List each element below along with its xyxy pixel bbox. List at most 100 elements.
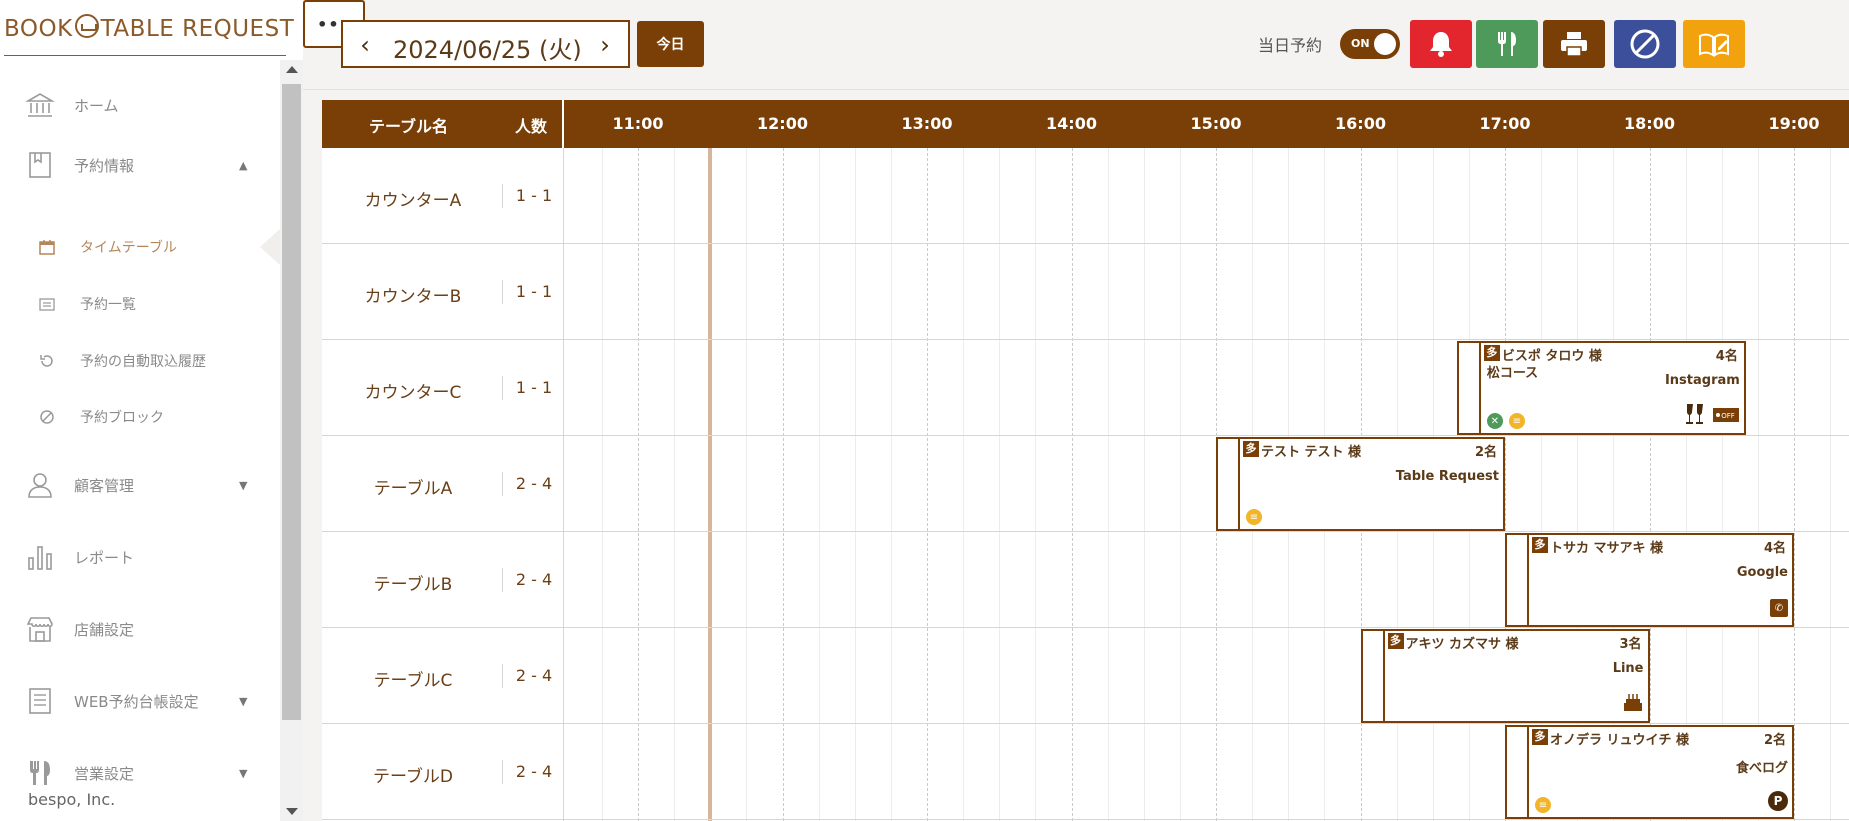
table-capacity: 1 - 1 <box>515 186 553 205</box>
cutlery-icon <box>1498 32 1516 56</box>
calendar-icon <box>37 237 57 257</box>
chevron-down-icon[interactable]: ▼ <box>239 479 247 492</box>
sidebar-item-0[interactable]: ホーム <box>0 82 280 128</box>
header-divider <box>562 100 564 148</box>
sidebar-item-5[interactable]: WEB予約台帳設定 ▼ <box>0 678 280 724</box>
next-day-button[interactable]: › <box>593 31 617 59</box>
reservation-card[interactable]: 多ビスポ タロウ 様 4名 松コース Instagram ✕ ≡ OFF <box>1456 341 1746 435</box>
chevron-down-icon[interactable]: ▼ <box>239 767 247 780</box>
notification-button[interactable] <box>1410 20 1472 68</box>
sidebar-item-3[interactable]: レポート <box>0 534 280 580</box>
sidebar-subitem-label: 予約ブロック <box>80 410 164 426</box>
toggle-knob <box>1374 33 1396 55</box>
current-date[interactable]: 2024/06/25 (火) <box>393 30 582 65</box>
previous-day-button[interactable]: ‹ <box>353 31 377 59</box>
cell-divider <box>502 280 503 304</box>
reservation-card[interactable]: 多テスト テスト 様 2名 Table Request ≡ <box>1216 437 1505 531</box>
table-capacity: 1 - 1 <box>515 282 553 301</box>
sidebar-item-4[interactable]: 店舗設定 <box>0 606 280 652</box>
same-day-reservation-label: 当日予約 <box>1258 36 1323 55</box>
bell-icon <box>1430 32 1452 57</box>
scroll-up-arrow-icon[interactable] <box>286 66 298 73</box>
cell-divider <box>502 760 503 784</box>
guest-name: アキツ カズマサ 様 <box>1405 637 1519 652</box>
table-row[interactable]: カウンターB 1 - 1 <box>322 244 1849 340</box>
reservation-source: Instagram <box>1664 373 1740 388</box>
printer-icon <box>1561 32 1587 57</box>
guest-name: オノデラ リュウイチ 様 <box>1550 733 1690 748</box>
sidebar-item-label: WEB予約台帳設定 <box>74 692 199 711</box>
sidebar-item-2[interactable]: 顧客管理 ▼ <box>0 462 280 508</box>
print-button[interactable] <box>1543 20 1605 68</box>
table-name: テーブルA <box>373 479 453 499</box>
memo-icon: ≡ <box>1508 413 1525 429</box>
chevron-down-icon[interactable]: ▼ <box>239 695 247 708</box>
hour-label: 14:00 <box>1046 114 1097 133</box>
scroll-thumb[interactable] <box>282 84 301 720</box>
table-row[interactable]: テーブルA 2 - 4 <box>322 436 1849 532</box>
table-name: カウンターB <box>364 287 462 307</box>
same-day-reservation-toggle[interactable]: ON <box>1340 29 1400 59</box>
reservation-card[interactable]: 多トサカ マサアキ 様 4名 Google ✆ <box>1505 533 1794 627</box>
memo-icon: ≡ <box>1535 797 1551 813</box>
party-size: 2名 <box>1474 445 1497 460</box>
guest-name: テスト テスト 様 <box>1261 445 1362 460</box>
reservation-type-badge: 多 <box>1243 441 1259 457</box>
list-icon <box>37 294 57 314</box>
cutlery-icon: ✕ <box>1486 413 1503 429</box>
reservation-handle[interactable] <box>1507 535 1529 625</box>
date-navigator: ‹ 2024/06/25 (火) › <box>341 20 630 68</box>
phone-icon: ✆ <box>1770 599 1788 617</box>
course-menu-button[interactable] <box>1476 20 1538 68</box>
header-bar: ‹ 2024/06/25 (火) › 今日 当日予約 ON ••• <box>303 0 1849 90</box>
reservation-handle[interactable] <box>1363 631 1385 721</box>
dish-icon <box>74 14 99 38</box>
reservation-handle[interactable] <box>1459 343 1481 433</box>
app-logo[interactable]: BOOK TABLE REQUEST <box>4 14 294 58</box>
column-header-capacity: 人数 <box>515 117 548 136</box>
hour-label: 19:00 <box>1768 114 1820 133</box>
reservation-card[interactable]: 多アキツ カズマサ 様 3名 Line <box>1360 629 1650 723</box>
hour-label: 15:00 <box>1190 114 1242 133</box>
sidebar: BOOK TABLE REQUEST ホーム予約情報 ▲ 顧客管理 ▼ レポート店舗設定 W… <box>0 0 303 821</box>
reservation-source: 食べログ <box>1735 761 1788 776</box>
ledger-icon <box>24 685 56 717</box>
reservation-handle[interactable] <box>1218 439 1240 529</box>
logo-text-right: TABLE REQUEST <box>100 16 295 42</box>
open-ledger-button[interactable] <box>1683 20 1745 68</box>
table-name: テーブルC <box>373 671 453 691</box>
cell-divider <box>502 376 503 400</box>
sidebar-scrollbar[interactable] <box>280 60 303 821</box>
sidebar-subitem-0[interactable]: タイムテーブル <box>0 229 280 265</box>
party-size: 2名 <box>1763 733 1786 748</box>
cell-divider <box>502 664 503 688</box>
sidebar-subitem-2[interactable]: 予約の自動取込履歴 <box>0 343 280 379</box>
sidebar-subitem-label: タイムテーブル <box>80 240 177 256</box>
reservation-card[interactable]: 多オノデラ リュウイチ 様 2名 食べログ ≡ P <box>1505 725 1794 819</box>
sidebar-subitem-1[interactable]: 予約一覧 <box>0 286 280 322</box>
scroll-down-arrow-icon[interactable] <box>286 808 298 815</box>
table-row[interactable]: カウンターA 1 - 1 <box>322 148 1849 244</box>
hour-label: 18:00 <box>1624 114 1675 133</box>
block-button[interactable] <box>1614 20 1676 68</box>
bar-chart-icon <box>24 541 56 573</box>
sidebar-item-label: ホーム <box>74 96 119 115</box>
reservation-type-badge: 多 <box>1387 633 1404 649</box>
timetable-header: テーブル名 人数 11:00 12:00 13:00 14:00 15:00 16:00 1… <box>322 100 1849 148</box>
sidebar-item-label: 店舗設定 <box>74 620 135 639</box>
coupon-icon: OFF <box>1712 407 1740 427</box>
bank-icon <box>24 89 56 121</box>
sidebar-subitem-3[interactable]: 予約ブロック <box>0 399 280 435</box>
sidebar-item-1[interactable]: 予約情報 ▲ <box>0 142 280 188</box>
table-capacity: 2 - 4 <box>515 570 553 589</box>
table-name: カウンターC <box>364 383 462 403</box>
toggle-state-label: ON <box>1351 37 1370 50</box>
cake-icon <box>1622 691 1644 717</box>
timetable: テーブル名 人数 11:00 12:00 13:00 14:00 15:00 16:00 1… <box>322 100 1849 821</box>
today-button[interactable]: 今日 <box>637 21 704 67</box>
chevron-up-icon[interactable]: ▲ <box>239 159 247 172</box>
reservation-source: Table Request <box>1395 469 1499 484</box>
sidebar-subitem-label: 予約一覧 <box>80 297 136 313</box>
guest-name: トサカ マサアキ 様 <box>1550 541 1664 556</box>
reservation-handle[interactable] <box>1507 727 1529 817</box>
